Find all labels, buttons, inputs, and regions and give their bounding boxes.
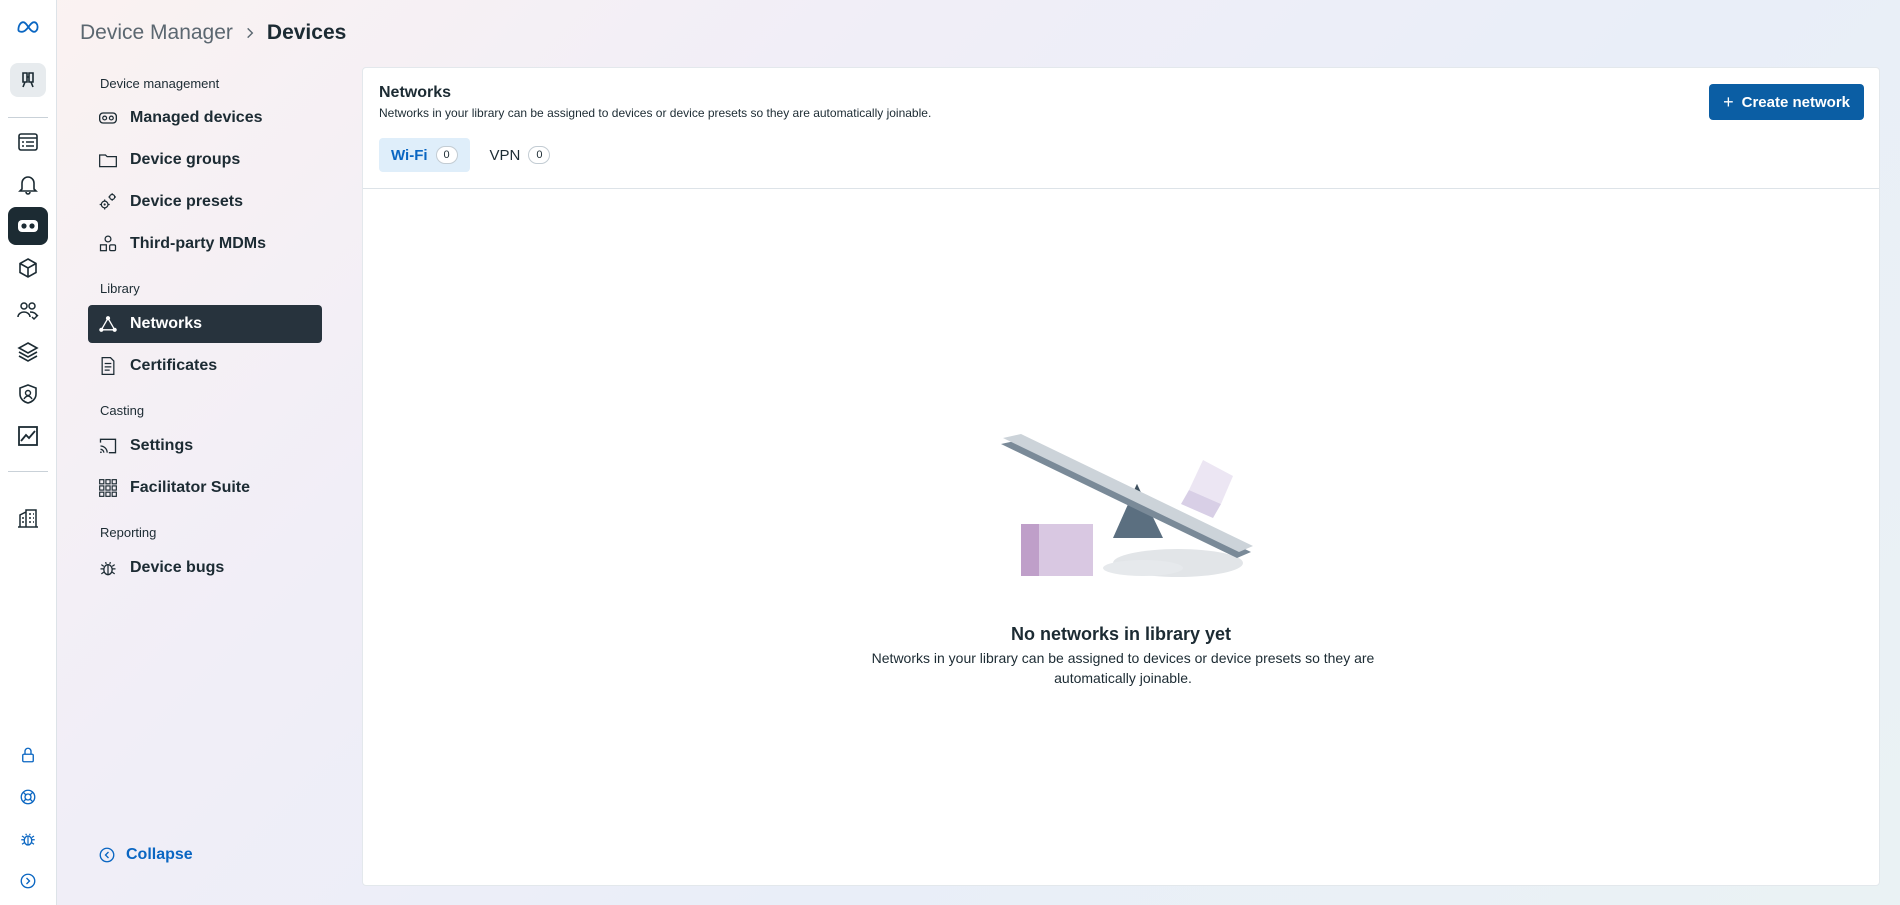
- sidebar-item-managed-devices[interactable]: Managed devices: [88, 99, 322, 137]
- breadcrumb-device-manager[interactable]: Device Manager: [80, 21, 233, 45]
- sidebar-item-label: Device bugs: [130, 559, 225, 576]
- sidebar-item-label: Device presets: [130, 193, 243, 210]
- tab-label: VPN: [489, 146, 521, 164]
- collapse-button[interactable]: Collapse: [98, 846, 193, 864]
- layers-icon[interactable]: [8, 333, 48, 371]
- sidebar-item-label: Managed devices: [130, 109, 263, 126]
- sidebar-item-label: Settings: [130, 437, 194, 454]
- document-icon: [101, 357, 115, 375]
- sidebar-item-facilitator-suite[interactable]: Facilitator Suite: [88, 469, 322, 507]
- expand-icon[interactable]: [8, 862, 48, 900]
- headset-icon: [99, 112, 117, 124]
- lock-icon[interactable]: [8, 736, 48, 774]
- pin-icon[interactable]: [10, 63, 46, 97]
- sidebar-item-networks[interactable]: Networks: [88, 305, 322, 343]
- page-title: Networks: [379, 84, 452, 101]
- grid-icon: [99, 479, 117, 497]
- sidebar-item-device-bugs[interactable]: Device bugs: [88, 549, 322, 587]
- rail-divider: [8, 117, 48, 118]
- sidebar-item-label: Facilitator Suite: [130, 479, 251, 496]
- create-network-label: Create network: [1741, 93, 1850, 111]
- sidebar-item-device-groups[interactable]: Device groups: [88, 141, 322, 179]
- tab-count-badge: 0: [528, 146, 551, 164]
- collapse-label: Collapse: [126, 846, 193, 863]
- devices-icon[interactable]: [8, 207, 48, 245]
- sidebar-item-device-presets[interactable]: Device presets: [88, 183, 322, 221]
- bug-icon: [100, 561, 116, 576]
- folder-icon: [99, 154, 117, 168]
- section-heading-device-management: Device management: [100, 76, 220, 91]
- sidebar-item-settings[interactable]: Settings: [88, 427, 322, 465]
- tab-wifi[interactable]: Wi-Fi 0: [379, 138, 470, 172]
- dashboard-icon[interactable]: [8, 123, 48, 161]
- users-icon[interactable]: [8, 291, 48, 329]
- network-tabs: Wi-Fi 0 VPN 0: [379, 138, 562, 172]
- header-divider: [363, 188, 1879, 189]
- plus-icon: +: [1723, 92, 1734, 112]
- sidebar-item-certificates[interactable]: Certificates: [88, 347, 322, 385]
- organization-icon[interactable]: [8, 499, 48, 537]
- tab-vpn[interactable]: VPN 0: [478, 138, 563, 172]
- breadcrumb-devices: Devices: [266, 21, 347, 44]
- create-network-button[interactable]: + Create network: [1709, 84, 1864, 120]
- section-heading-casting: Casting: [100, 403, 145, 418]
- sidebar-item-third-party-mdms[interactable]: Third-party MDMs: [88, 225, 322, 263]
- tab-label: Wi-Fi: [391, 146, 428, 164]
- sidebar-item-label: Networks: [130, 315, 203, 332]
- empty-state-illustration: [1001, 434, 1253, 577]
- meta-logo-icon[interactable]: [8, 8, 48, 46]
- collapse-icon: [99, 847, 115, 863]
- shapes-icon: [99, 235, 117, 252]
- sidebar-item-label: Third-party MDMs: [130, 235, 266, 252]
- empty-state-title: No networks in library yet: [1010, 624, 1232, 644]
- tab-count-badge: 0: [435, 146, 458, 164]
- section-heading-reporting: Reporting: [100, 525, 157, 540]
- bug-icon[interactable]: [8, 820, 48, 858]
- chevron-right-icon: [243, 26, 257, 40]
- security-icon[interactable]: [8, 375, 48, 413]
- network-icon: [99, 316, 117, 332]
- empty-state-description: Networks in your library can be assigned…: [871, 650, 1375, 686]
- analytics-icon[interactable]: [8, 417, 48, 455]
- sidebar-item-label: Certificates: [130, 357, 218, 374]
- section-heading-library: Library: [100, 281, 140, 296]
- apps-icon[interactable]: [8, 249, 48, 287]
- networks-panel: Networks Networks in your library can be…: [362, 67, 1880, 886]
- sidebar-item-label: Device groups: [130, 151, 241, 168]
- page-subtitle: Networks in your library can be assigned…: [379, 106, 932, 120]
- rail-divider: [8, 471, 48, 472]
- breadcrumb: Device Manager Devices: [80, 20, 346, 46]
- cast-icon: [99, 438, 117, 454]
- gears-icon: [99, 193, 116, 210]
- help-icon[interactable]: [8, 778, 48, 816]
- notifications-icon[interactable]: [8, 165, 48, 203]
- icon-rail: [0, 0, 57, 905]
